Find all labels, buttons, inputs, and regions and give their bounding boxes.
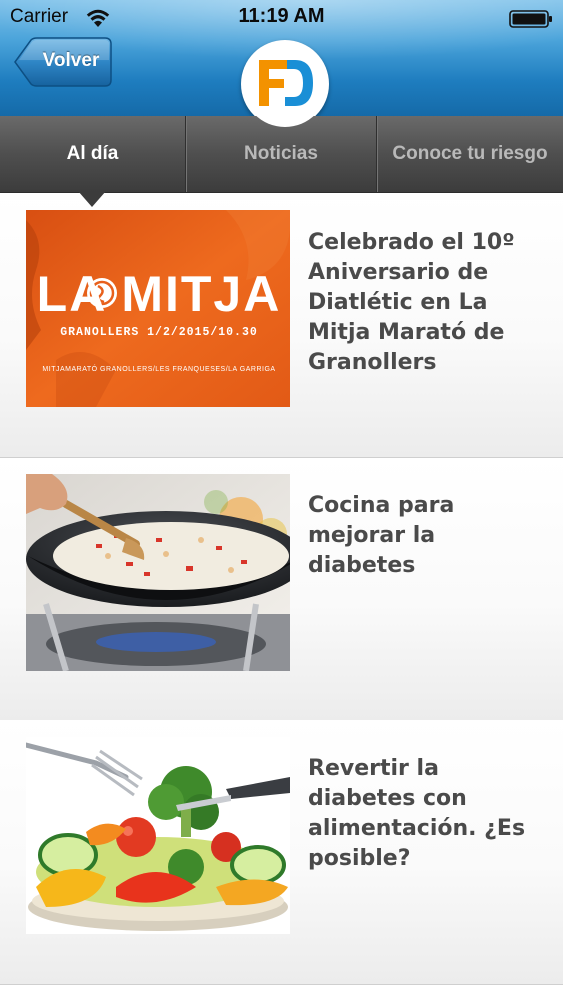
race-poster-footer: MITJAMARATÓ GRANOLLERS/LES FRANQUESES/LA… (42, 366, 276, 373)
fd-logo-mark (242, 41, 328, 127)
news-item-mitja[interactable]: LA MITJA GRANOLLERS 1/2/2015/10.30 MITJA… (0, 193, 563, 458)
race-poster-subline: GRANOLLERS 1/2/2015/10.30 (60, 326, 258, 339)
race-poster-heading: LA MITJA (36, 266, 282, 322)
news-title: Cocina para mejorar la diabetes (308, 493, 455, 578)
news-thumbnail-wok (26, 474, 290, 671)
news-title: Celebrado el 10º Aniversario de Diatléti… (308, 230, 515, 375)
tab-conoce-tu-riesgo[interactable]: Conoce tu riesgo (377, 116, 563, 192)
news-title: Revertir la diabetes con alimentación. ¿… (308, 756, 526, 871)
news-thumbnail-salad (26, 737, 290, 934)
salad-photo (26, 737, 290, 934)
back-button[interactable]: Volver (13, 36, 113, 88)
tab-al-dia[interactable]: Al día (0, 116, 185, 192)
wok-rice-photo (26, 474, 290, 671)
news-item-cocina[interactable]: Cocina para mejorar la diabetes (0, 458, 563, 723)
back-button-label: Volver (42, 50, 100, 71)
battery-icon (509, 10, 552, 28)
status-bar: Carrier 11:19 AM (0, 0, 563, 38)
news-thumbnail-race-poster: LA MITJA GRANOLLERS 1/2/2015/10.30 MITJA… (26, 210, 290, 407)
active-tab-pointer (78, 191, 106, 207)
clock-label: 11:19 AM (238, 5, 325, 27)
news-list: LA MITJA GRANOLLERS 1/2/2015/10.30 MITJA… (0, 193, 563, 1000)
news-item-revertir[interactable]: Revertir la diabetes con alimentación. ¿… (0, 720, 563, 985)
